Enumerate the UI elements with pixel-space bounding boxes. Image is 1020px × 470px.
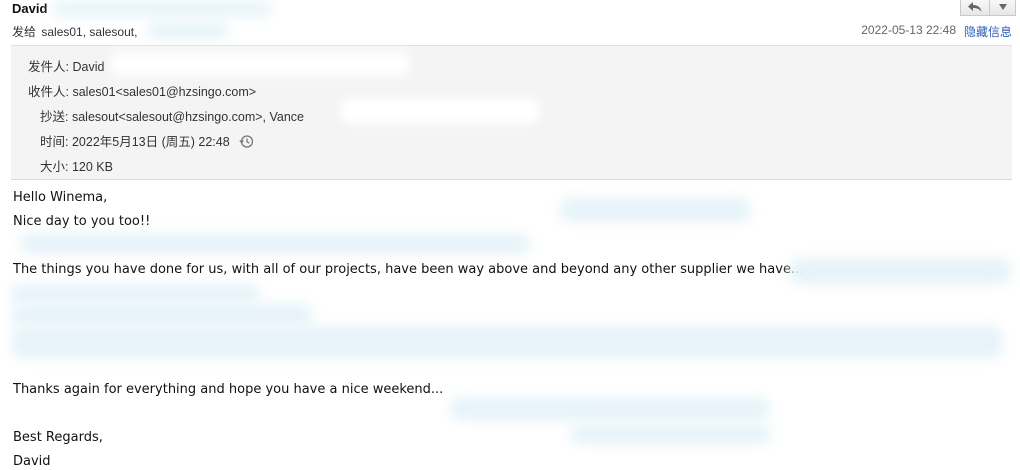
to-value: sales01<sales01@hzsingo.com> [72, 85, 257, 99]
time-row: 时间: 2022年5月13日 (周五) 22:48 [40, 131, 254, 150]
cc-label: 抄送: [40, 110, 69, 124]
hide-details-link[interactable]: 隐藏信息 [964, 23, 1012, 40]
redaction-blur [570, 424, 770, 444]
redaction-blur [12, 304, 312, 326]
redaction-blur [450, 398, 770, 420]
sender-name: David [12, 1, 48, 16]
chevron-down-icon [998, 3, 1007, 10]
from-label: 发件人: [28, 60, 69, 74]
body-signature: David [13, 454, 51, 469]
recipients-line: 发给 sales01, salesout, [12, 23, 137, 40]
cc-value: salesout<salesout@hzsingo.com>, Vance [71, 110, 305, 124]
redaction-blur [560, 198, 750, 222]
to-label: 发给 [12, 25, 37, 39]
reply-options-dropdown[interactable] [990, 0, 1016, 16]
redaction-blur [52, 2, 272, 16]
redaction-blur [148, 22, 228, 38]
time-value: 2022年5月13日 (周五) 22:48 [71, 135, 230, 149]
time-label: 时间: [40, 135, 69, 149]
redaction-blur [110, 52, 410, 76]
history-clock-icon[interactable] [239, 134, 254, 149]
redaction-blur [20, 234, 530, 254]
size-label: 大小: [40, 160, 69, 174]
reply-arrow-icon [968, 1, 982, 12]
size-row: 大小: 120 KB [40, 156, 113, 175]
body-greeting: Hello Winema, [13, 190, 108, 205]
body-closing: Best Regards, [13, 430, 103, 445]
body-line-3: Thanks again for everything and hope you… [13, 382, 444, 397]
redaction-blur [790, 258, 1010, 284]
cc-row: 抄送: salesout<salesout@hzsingo.com>, Vanc… [40, 106, 304, 125]
message-date: 2022-05-13 22:48 [861, 23, 956, 37]
redaction-blur [12, 326, 1002, 358]
reply-button-group [960, 0, 1016, 16]
from-row: 发件人: David [28, 56, 104, 75]
from-value: David [72, 60, 105, 74]
size-value: 120 KB [71, 160, 113, 174]
body-line-1: Nice day to you too!! [13, 214, 151, 229]
redaction-blur [340, 98, 540, 124]
recipients-value: sales01, salesout, [41, 25, 138, 39]
body-line-2: The things you have done for us, with al… [13, 262, 804, 277]
to-label: 收件人: [28, 85, 69, 99]
to-row: 收件人: sales01<sales01@hzsingo.com> [28, 81, 256, 100]
redaction-blur [10, 285, 260, 303]
reply-button[interactable] [960, 0, 990, 16]
